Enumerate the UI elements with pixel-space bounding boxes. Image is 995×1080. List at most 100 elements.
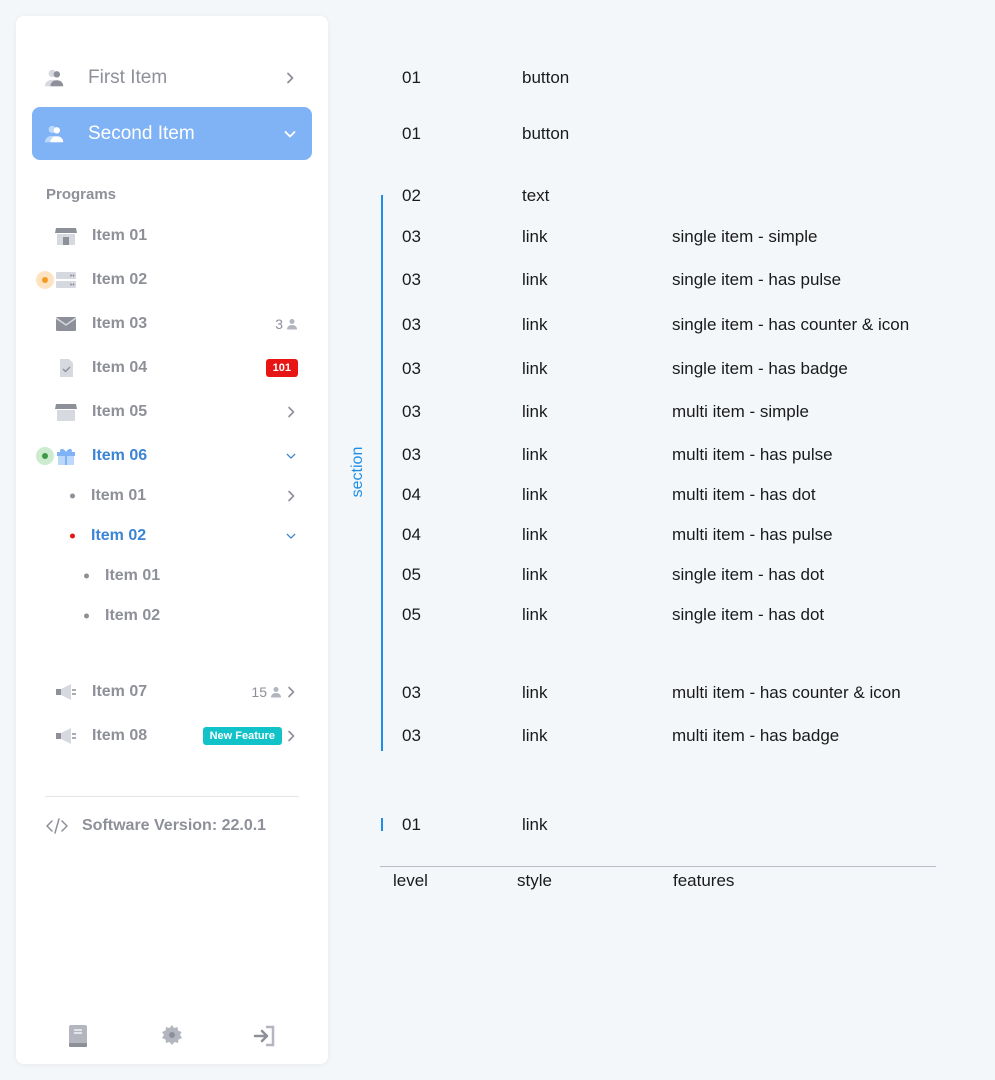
cell-features: multi item - has badge [672,726,840,745]
header-level: level [393,871,428,890]
section-label: section [349,446,366,498]
store-icon [55,228,77,245]
first-item-button[interactable]: First Item [32,51,312,104]
pulse-indicator [36,447,54,465]
sign-out-icon[interactable] [253,1024,277,1048]
cell-level: 01 [402,815,421,834]
megaphone-icon [56,684,76,700]
nav-item-label: Item 06 [92,447,148,464]
cell-features: single item - has pulse [672,270,842,289]
count-badge: 101 [265,359,298,377]
software-version[interactable]: Software Version: 22.0.1 [46,816,266,836]
users-icon [44,69,64,86]
chevron-right-icon [288,686,295,698]
cell-features: multi item - simple [672,402,809,421]
user-icon [271,687,281,698]
nav-item-05[interactable]: Item 05 [16,398,328,426]
cell-level: 03 [402,270,421,289]
header-features: features [673,871,735,890]
chevron-right-icon [288,406,295,418]
chevron-down-icon [284,130,296,137]
gift-icon [57,448,75,465]
cell-features: single item - has dot [672,565,825,584]
nav-item-label: Item 02 [92,271,148,288]
cell-level: 01 [402,68,421,87]
nav-item-07[interactable]: Item 07 15 [16,678,328,706]
nav-item-08[interactable]: Item 08 New Feature [16,722,328,750]
nav-item-label: Item 01 [92,227,148,244]
nav-item-01[interactable]: Item 01 [16,222,328,250]
sub-item-label: Item 02 [91,527,147,544]
counter-value: 15 [251,684,267,700]
cell-level: 03 [402,402,421,421]
nav-item-label: Item 08 [92,727,148,744]
nav-item-label: Item 07 [92,683,148,700]
second-item-button[interactable]: Second Item [32,107,312,160]
server-icon [56,272,76,288]
cell-features: single item - has dot [672,605,825,624]
nav-item-04[interactable]: Item 04 101 [16,354,328,382]
sub-sub-item-02[interactable]: Item 02 [16,602,328,630]
nav-item-label: Item 05 [92,403,148,420]
book-icon[interactable] [66,1024,90,1048]
settings-gear-icon[interactable] [160,1024,184,1048]
sidebar: First Item Second Item Programs Item 01 … [16,16,328,1064]
nav-item-06[interactable]: Item 06 [16,442,328,470]
envelope-icon [55,317,77,331]
pulse-indicator [36,271,54,289]
cell-features: single item - has badge [672,359,848,378]
cell-style: link [522,445,548,464]
cell-level: 04 [402,525,421,544]
cell-style: link [522,270,548,289]
cell-level: 05 [402,565,421,584]
cell-level: 03 [402,683,421,702]
dot-indicator [84,613,89,619]
cell-level: 04 [402,485,421,504]
sub-item-02[interactable]: Item 02 [16,522,328,550]
cell-style: link [522,315,548,334]
counter-value: 3 [275,316,283,332]
nav-item-label: Item 03 [92,315,148,332]
cell-level: 03 [402,315,421,334]
document-check-icon [60,359,73,377]
cell-style: button [522,68,570,87]
megaphone-icon [56,728,76,744]
first-item-label: First Item [88,66,168,88]
cell-features: multi item - has pulse [672,525,833,544]
new-feature-badge: New Feature [202,727,282,745]
cell-level: 03 [402,445,421,464]
cell-features: single item - has counter & icon [672,315,910,334]
nav-item-label: Item 04 [92,359,148,376]
programs-heading: Programs [46,186,117,203]
nav-item-03[interactable]: Item 03 3 [16,310,328,338]
section-tick [381,818,383,831]
chevron-down-icon [286,453,296,459]
cell-features: multi item - has dot [672,485,816,504]
chevron-right-icon [288,490,295,502]
cell-style: link [522,605,548,624]
version-label: Software Version: 22.0.1 [82,817,267,834]
cell-style: link [522,815,548,834]
sub-item-01[interactable]: Item 01 [16,482,328,510]
cell-level: 02 [402,186,421,205]
cell-features: single item - simple [672,227,818,246]
section-line [381,195,383,751]
user-icon [287,319,297,330]
cell-style: link [522,565,548,584]
nav-item-02[interactable]: Item 02 [16,266,328,294]
dot-indicator [84,573,89,579]
chevron-right-icon [288,730,295,742]
cell-level: 03 [402,726,421,745]
sub-sub-item-01[interactable]: Item 01 [16,562,328,590]
dot-indicator [70,533,75,539]
sub-sub-item-label: Item 02 [105,607,161,624]
cell-features: multi item - has pulse [672,445,833,464]
cell-style: link [522,485,548,504]
cell-style: link [522,683,548,702]
cell-style: link [522,726,548,745]
cell-style: link [522,525,548,544]
code-icon [46,818,68,834]
divider [45,796,299,797]
cell-level: 01 [402,124,421,143]
user-counter: 3 [275,316,298,332]
